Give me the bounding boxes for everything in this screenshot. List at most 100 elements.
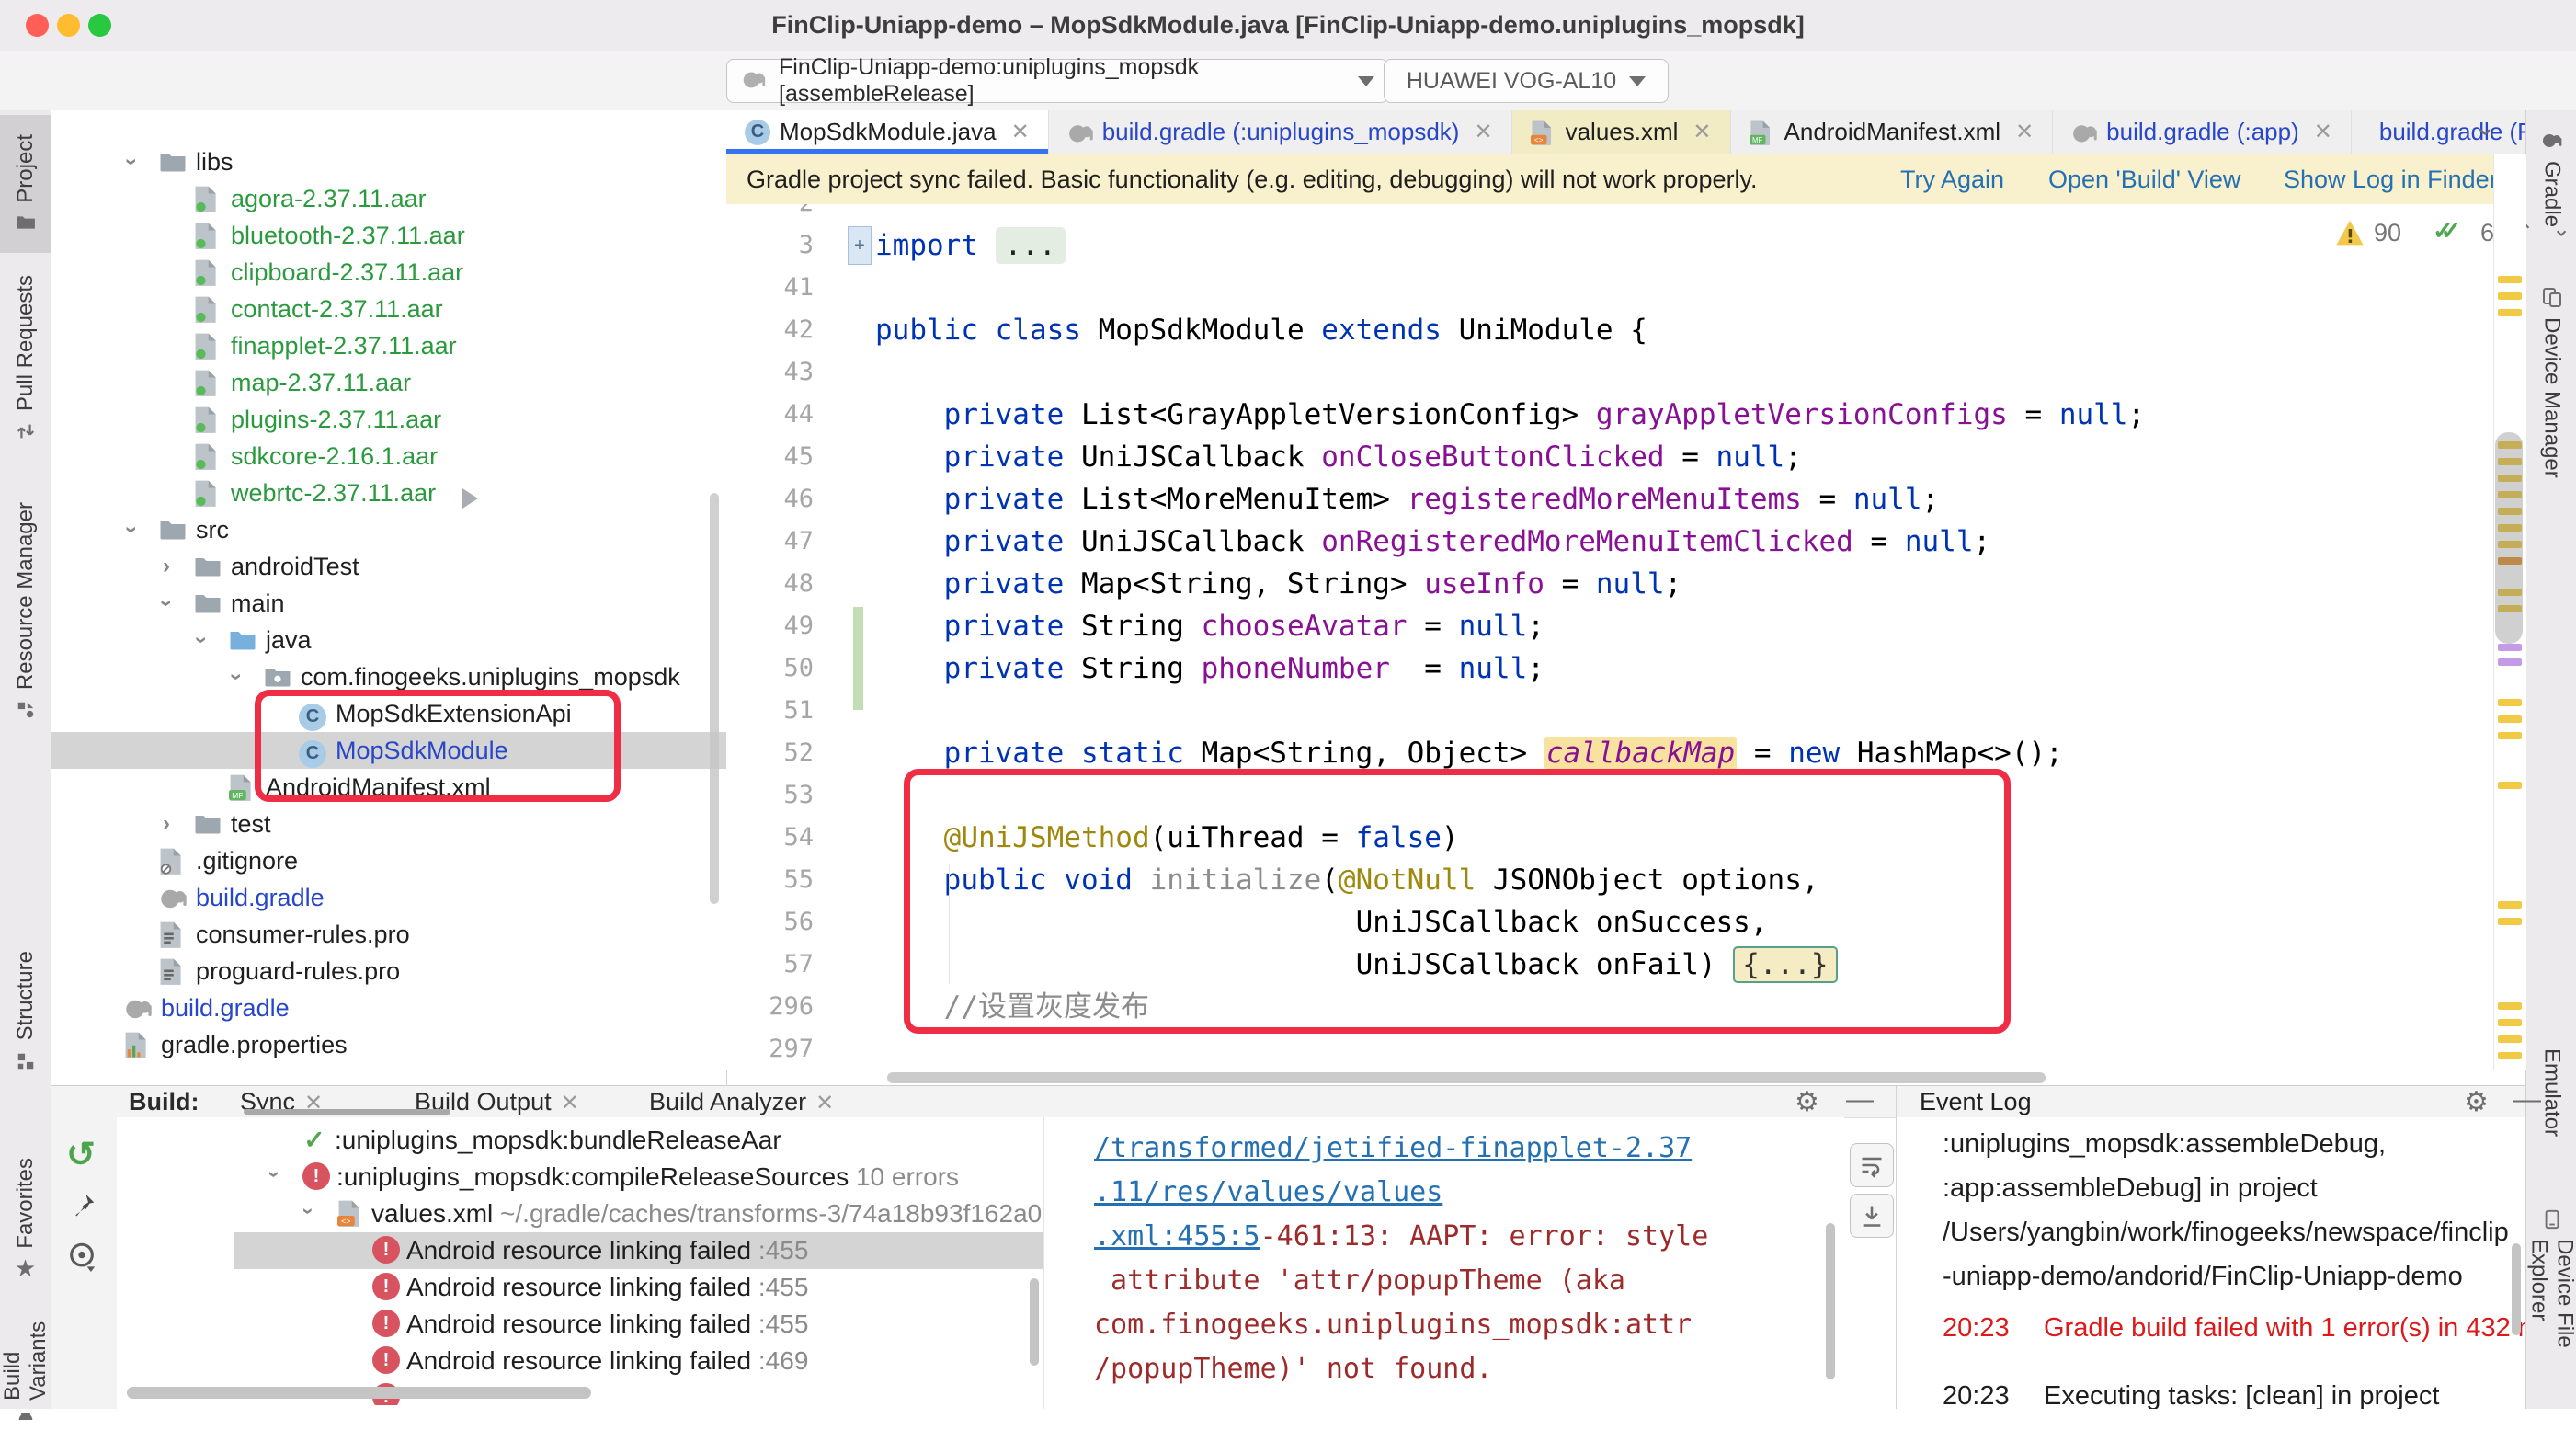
tree-item-proguard-rules.pro[interactable]: proguard-rules.pro (51, 953, 726, 990)
chevron-expanded-icon[interactable]: › (271, 1162, 278, 1186)
gutter-arrow-icon[interactable] (462, 488, 478, 509)
stripe-warning-mark[interactable] (2498, 699, 2522, 706)
rerun-build-icon[interactable]: ↺ (66, 1134, 96, 1175)
tree-item-build.gradle[interactable]: build.gradle (51, 879, 726, 916)
stripe-warning-mark[interactable] (2498, 715, 2522, 723)
event-log-scrollbar[interactable] (2512, 1243, 2521, 1335)
editor-hscrollbar[interactable] (887, 1072, 2046, 1083)
chevron-expanded-icon[interactable]: › (198, 627, 205, 653)
event-log[interactable]: :uniplugins_mopsdk:assembleDebug,:app:as… (1897, 1117, 2525, 1409)
sidebar-item-device-manager[interactable]: Device Manager (2526, 280, 2576, 543)
next-issue-icon[interactable]: ⌃ (2552, 213, 2570, 240)
gear-icon[interactable]: ⚙ (2464, 1086, 2489, 1118)
sidebar-item-emulator[interactable]: Emulator (2526, 1048, 2576, 1205)
tab-values.xml[interactable]: <>values.xml✕ (1512, 110, 1731, 154)
stripe-warning-mark[interactable] (2498, 1002, 2522, 1010)
build-output-tree[interactable]: ✓:uniplugins_mopsdk:bundleReleaseAar22 m… (117, 1117, 1043, 1409)
tree-item-androidTest[interactable]: ›androidTest (51, 548, 726, 585)
close-icon[interactable]: ✕ (1474, 119, 1492, 145)
pin-icon[interactable] (70, 1191, 97, 1223)
build-row--uniplugins-mopsdk-bundleReleaseAar[interactable]: ✓:uniplugins_mopsdk:bundleReleaseAar22 m… (234, 1122, 1043, 1159)
sidebar-item-pull-requests[interactable]: Pull Requests (0, 267, 51, 451)
chevron-expanded-icon[interactable]: › (128, 149, 135, 175)
tree-item-webrtc-2.37.11.aar[interactable]: webrtc-2.37.11.aar (51, 475, 726, 511)
scroll-to-end-icon[interactable] (1850, 1194, 1894, 1238)
sidebar-item-build-variants[interactable]: Build Variants (0, 1283, 51, 1430)
stripe-warning-mark[interactable] (2498, 658, 2522, 666)
build-row-Android-resource-linking-failed[interactable]: !Android resource linking failed :455 (234, 1269, 1043, 1306)
chevron-collapsed-icon[interactable]: › (163, 554, 170, 579)
project-scrollbar[interactable] (710, 493, 719, 904)
hide-panel-icon[interactable]: — (2513, 1084, 2541, 1115)
banner-action-show-log-in-finder[interactable]: Show Log in Finder (2284, 166, 2498, 194)
console-file-link[interactable]: .xml:455:5 (1094, 1220, 1260, 1253)
close-icon[interactable]: ✕ (2015, 119, 2034, 145)
banner-action-try-again[interactable]: Try Again (1900, 166, 2004, 194)
chevron-expanded-icon[interactable]: › (233, 664, 240, 690)
tree-item-plugins-2.37.11.aar[interactable]: plugins-2.37.11.aar (51, 401, 726, 438)
build-row--uniplugins-mopsdk-compileReleaseSources[interactable]: ›!:uniplugins_mopsdk:compileReleaseSourc… (234, 1159, 1043, 1195)
console-file-link[interactable]: .11/res/values/values (1094, 1176, 1442, 1208)
chevron-expanded-icon[interactable]: › (163, 590, 170, 616)
hide-panel-icon[interactable]: — (1846, 1084, 1874, 1115)
build-tree-scrollbar[interactable] (1030, 1278, 1039, 1366)
stripe-warning-mark[interactable] (2498, 276, 2522, 283)
tree-item-consumer-rules.pro[interactable]: consumer-rules.pro (51, 916, 726, 953)
close-icon[interactable]: ✕ (1693, 119, 1711, 145)
chevron-collapsed-icon[interactable]: › (163, 811, 170, 837)
close-icon[interactable]: ✕ (561, 1091, 579, 1115)
stripe-warning-mark[interactable] (2498, 732, 2522, 739)
stripe-warning-mark[interactable] (2498, 644, 2522, 651)
tab-AndroidManifest.xml[interactable]: MFAndroidManifest.xml✕ (1731, 110, 2054, 154)
build-row-Android-resource-linking-failed[interactable]: !Android resource linking failed :469 (234, 1343, 1043, 1379)
tab-build.gradle (:uniplugins_mopsdk)[interactable]: build.gradle (:uniplugins_mopsdk)✕ (1049, 110, 1512, 154)
build-row-Android-resource-linking-failed[interactable]: !Android resource linking failed :455 (234, 1306, 1043, 1343)
tree-item-clipboard-2.37.11.aar[interactable]: clipboard-2.37.11.aar (51, 254, 726, 291)
tree-item-sdkcore-2.16.1.aar[interactable]: sdkcore-2.16.1.aar (51, 438, 726, 475)
tree-item-.gitignore[interactable]: .gitignore (51, 842, 726, 879)
build-console[interactable]: /transformed/jetified-finapplet-2.37 .11/… (1044, 1117, 1844, 1409)
tree-item-test[interactable]: ›test (51, 806, 726, 842)
editor-scrollbar[interactable] (2495, 432, 2523, 644)
sidebar-item-favorites[interactable]: Favorites★ (0, 1140, 51, 1297)
build-tab-build-analyzer[interactable]: Build Analyzer✕ (649, 1088, 834, 1116)
stripe-warning-mark[interactable] (2498, 292, 2522, 300)
tree-item-build.gradle[interactable]: build.gradle (51, 990, 726, 1026)
run-configuration-select[interactable]: FinClip-Uniapp-demo:uniplugins_mopsdk [a… (726, 59, 1388, 103)
device-select[interactable]: HUAWEI VOG-AL10 (1384, 59, 1669, 103)
sidebar-item-structure[interactable]: Structure (0, 920, 51, 1104)
tab-MopSdkModule.java[interactable]: CMopSdkModule.java✕ (726, 110, 1049, 154)
sidebar-item-device-file-explorer[interactable]: Device File Explorer (2526, 1209, 2576, 1409)
tree-item-MopSdkExtensionApi[interactable]: CMopSdkExtensionApi (51, 695, 726, 732)
soft-wrap-icon[interactable] (1850, 1143, 1894, 1187)
hidden-tabs-chevron-icon[interactable]: › (2482, 118, 2513, 149)
stripe-warning-mark[interactable] (2498, 1019, 2522, 1026)
tree-item-AndroidManifest.xml[interactable]: MFAndroidManifest.xml (51, 769, 726, 806)
tree-item-main[interactable]: ›main (51, 585, 726, 622)
stripe-warning-mark[interactable] (2498, 918, 2522, 925)
tab-build.gradle (:app)[interactable]: build.gradle (:app)✕ (2053, 110, 2352, 154)
sidebar-item-gradle[interactable]: Gradle (2526, 124, 2576, 268)
close-icon[interactable]: ✕ (1011, 119, 1030, 145)
close-icon[interactable]: ✕ (2314, 119, 2332, 145)
close-icon[interactable]: ✕ (815, 1091, 834, 1115)
tree-item-libs[interactable]: ›libs (51, 143, 726, 180)
fold-expand-icon[interactable]: + (848, 226, 872, 265)
tree-item-MopSdkModule[interactable]: CMopSdkModule (51, 732, 726, 769)
code-editor[interactable]: 23import ...4142public class MopSdkModul… (726, 204, 2493, 1070)
gear-icon[interactable]: ⚙ (1795, 1086, 1819, 1118)
stripe-warning-mark[interactable] (2498, 309, 2522, 316)
stripe-warning-mark[interactable] (2498, 1035, 2522, 1043)
tree-item-map-2.37.11.aar[interactable]: map-2.37.11.aar (51, 364, 726, 401)
sidebar-item-project[interactable]: Project (0, 115, 51, 253)
console-scrollbar[interactable] (1826, 1223, 1835, 1379)
tree-item-java[interactable]: ›java (51, 622, 726, 658)
tree-item-finapplet-2.37.11.aar[interactable]: finapplet-2.37.11.aar (51, 327, 726, 364)
tree-item-gradle.properties[interactable]: gradle.properties (51, 1026, 726, 1063)
chevron-expanded-icon[interactable]: › (305, 1199, 312, 1223)
console-file-link[interactable]: /transformed/jetified-finapplet-2.37 (1094, 1132, 1692, 1164)
tree-item-agora-2.37.11.aar[interactable]: agora-2.37.11.aar (51, 180, 726, 217)
build-row-values-xml[interactable]: ›<>values.xml ~/.gradle/caches/transform… (234, 1195, 1043, 1232)
stripe-warning-mark[interactable] (2498, 1052, 2522, 1059)
stripe-warning-mark[interactable] (2498, 901, 2522, 909)
